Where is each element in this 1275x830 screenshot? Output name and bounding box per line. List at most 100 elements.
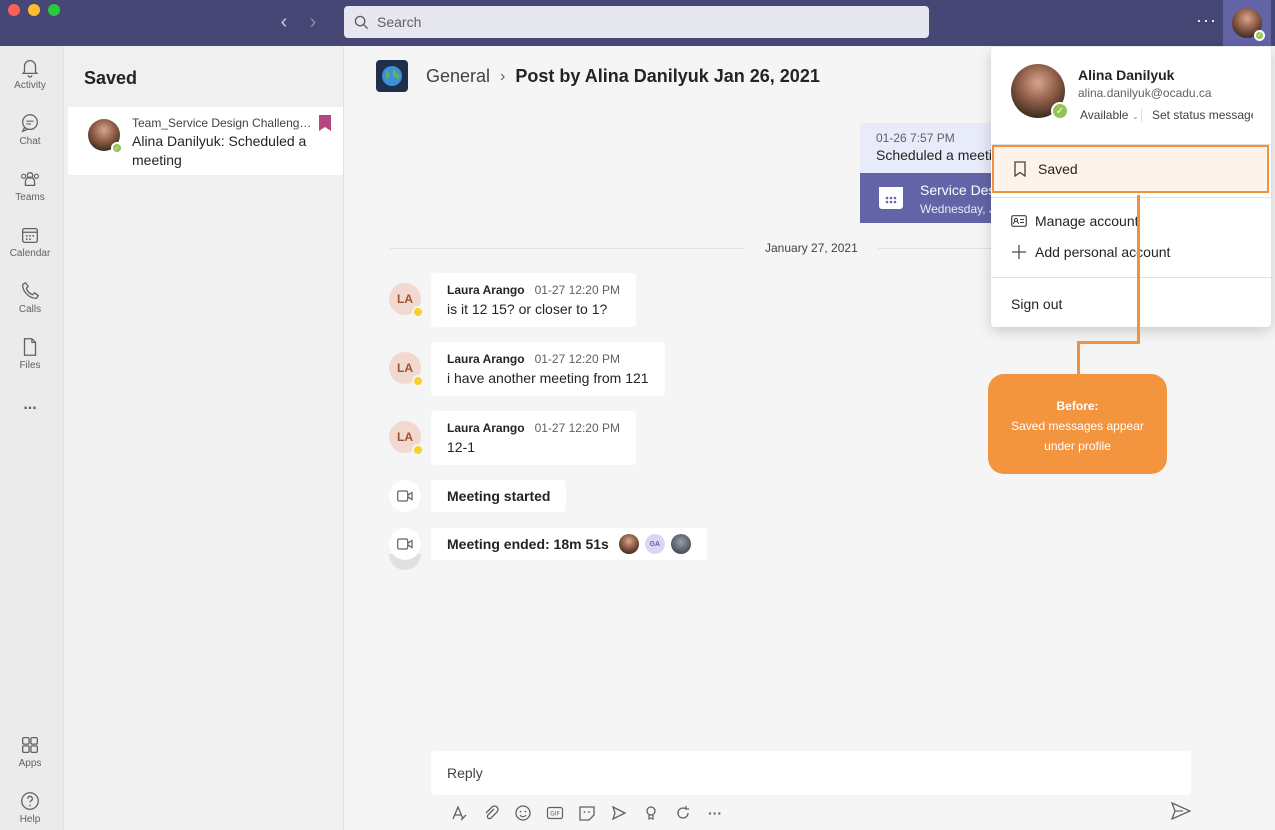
- avatar[interactable]: LA: [389, 421, 424, 456]
- set-status-message[interactable]: Set status message: [1141, 108, 1253, 122]
- divider: [991, 197, 1271, 198]
- format-icon[interactable]: [443, 801, 475, 825]
- app-rail: Activity Chat Teams Calendar Calls Files…: [0, 46, 64, 830]
- message[interactable]: Laura Arango 01-27 12:20 PM 12-1: [431, 411, 636, 465]
- profile-menu: ✓ Alina Danilyuk alina.danilyuk@ocadu.ca…: [991, 47, 1271, 327]
- original-post[interactable]: 01-26 7:57 PM Scheduled a meeting: [860, 123, 995, 173]
- avatar: ✓: [88, 119, 123, 154]
- search-icon: [354, 15, 369, 29]
- message-body: i have another meeting from 121: [447, 370, 649, 386]
- maximize-window-button[interactable]: [48, 4, 60, 16]
- attach-icon[interactable]: [475, 801, 507, 825]
- praise-icon[interactable]: [635, 801, 667, 825]
- meeting-card[interactable]: Service Design Wednesday, January 27: [860, 173, 995, 223]
- rail-item-apps[interactable]: Apps: [0, 734, 60, 769]
- available-status-icon: ✓: [1051, 102, 1069, 120]
- more-options-icon[interactable]: ···: [699, 801, 731, 825]
- status-label: Available: [1080, 108, 1129, 122]
- saved-item-team: Team_Service Design Challenge 2...: [132, 116, 316, 130]
- event-text: Meeting ended: 18m 51s: [447, 536, 609, 552]
- message[interactable]: Laura Arango 01-27 12:20 PM is it 12 15? …: [431, 273, 636, 327]
- rail-label: Files: [19, 360, 41, 371]
- rail-item-calls[interactable]: Calls: [0, 280, 60, 315]
- annotation-connector: [1077, 341, 1080, 375]
- calendar-icon: [22, 227, 38, 243]
- avatar[interactable]: LA: [389, 352, 424, 387]
- rail-item-files[interactable]: Files: [0, 336, 60, 371]
- close-window-button[interactable]: [8, 4, 20, 16]
- profile-name: Alina Danilyuk: [1078, 67, 1175, 83]
- chat-icon: [21, 114, 38, 133]
- message-author: Laura Arango: [447, 283, 525, 297]
- plus-icon: [1012, 245, 1026, 259]
- callout-title: Before:: [1056, 399, 1099, 413]
- calendar-icon: [879, 187, 903, 209]
- profile-email: alina.danilyuk@ocadu.ca: [1078, 86, 1212, 100]
- message-time: 01-27 12:20 PM: [534, 352, 620, 366]
- send-icon[interactable]: [1171, 802, 1191, 820]
- annotation-connector: [1077, 341, 1140, 344]
- gif-icon[interactable]: GIF: [539, 801, 571, 825]
- back-arrow-icon[interactable]: ‹: [274, 12, 294, 32]
- breadcrumb-channel[interactable]: General: [426, 66, 490, 87]
- meeting-started-event[interactable]: Meeting started: [431, 480, 567, 512]
- message[interactable]: Laura Arango 01-27 12:20 PM i have anothe…: [431, 342, 665, 396]
- chevron-right-icon: ›: [500, 67, 506, 85]
- status-dropdown[interactable]: Available ⌄: [1080, 108, 1139, 122]
- away-status-icon: [412, 375, 424, 387]
- add-personal-account-item[interactable]: Add personal account: [1011, 244, 1170, 260]
- participant-avatar[interactable]: [670, 534, 691, 554]
- set-status-label: Set status message: [1152, 108, 1253, 122]
- participant-avatar[interactable]: GA: [644, 534, 665, 554]
- chevron-down-icon: ⌄: [1131, 112, 1139, 121]
- rail-item-calendar[interactable]: Calendar: [0, 224, 60, 259]
- avatar-initials: LA: [397, 292, 413, 306]
- rail-label: Chat: [19, 136, 41, 147]
- add-account-label: Add personal account: [1035, 244, 1171, 260]
- participant-avatar[interactable]: [618, 534, 639, 554]
- message-time: 01-27 12:20 PM: [534, 283, 620, 297]
- more-apps-icon[interactable]: ...: [0, 396, 60, 414]
- message-author: Laura Arango: [447, 352, 525, 366]
- meeting-ended-event[interactable]: Meeting ended: 18m 51s GA: [431, 528, 707, 560]
- reply-input[interactable]: Reply: [431, 751, 1191, 795]
- loop-icon[interactable]: [667, 801, 699, 825]
- forward-arrow-icon[interactable]: ›: [303, 12, 323, 32]
- message-body: is it 12 15? or closer to 1?: [447, 301, 608, 317]
- meeting-title: Service Design: [920, 182, 995, 198]
- video-camera-icon: [389, 528, 421, 560]
- profile-button[interactable]: ✓: [1223, 0, 1271, 46]
- annotation-connector: [1137, 195, 1140, 343]
- rail-label: Teams: [15, 192, 45, 203]
- file-icon: [23, 338, 37, 356]
- manage-account-item[interactable]: Manage account: [1011, 213, 1139, 229]
- saved-list-item[interactable]: ✓ Team_Service Design Challenge 2... Ali…: [68, 107, 343, 175]
- sign-out-item[interactable]: Sign out: [1011, 296, 1062, 312]
- emoji-icon[interactable]: [507, 801, 539, 825]
- more-options-icon[interactable]: ···: [1196, 10, 1217, 31]
- rail-label: Calendar: [9, 248, 51, 259]
- avatar[interactable]: LA: [389, 283, 424, 318]
- message-body: 12-1: [447, 439, 476, 455]
- saved-menu-label: Saved: [1038, 161, 1078, 177]
- video-camera-icon: [389, 480, 421, 512]
- avatar: ✓: [1232, 8, 1265, 41]
- teams-icon: [21, 171, 39, 187]
- saved-menu-item[interactable]: Saved: [992, 145, 1269, 193]
- sticker-icon[interactable]: [571, 801, 603, 825]
- avatar-initials: LA: [397, 430, 413, 444]
- minimize-window-button[interactable]: [28, 4, 40, 16]
- title-bar: ‹ › Search ··· ✓: [0, 0, 1275, 46]
- saved-panel-title: Saved: [84, 68, 138, 88]
- rail-item-chat[interactable]: Chat: [0, 112, 60, 147]
- meet-now-icon[interactable]: [603, 801, 635, 825]
- date-divider-label: January 27, 2021: [745, 241, 878, 255]
- rail-item-activity[interactable]: Activity: [0, 56, 60, 91]
- annotation-callout: Before: Saved messages appear under prof…: [988, 374, 1167, 474]
- breadcrumb: General › Post by Alina Danilyuk Jan 26,…: [426, 66, 820, 87]
- search-input[interactable]: Search: [344, 6, 929, 38]
- rail-item-help[interactable]: Help: [0, 790, 60, 825]
- rail-item-teams[interactable]: Teams: [0, 168, 60, 203]
- avatar[interactable]: ✓: [1011, 64, 1069, 120]
- bookmark-icon[interactable]: [318, 115, 332, 131]
